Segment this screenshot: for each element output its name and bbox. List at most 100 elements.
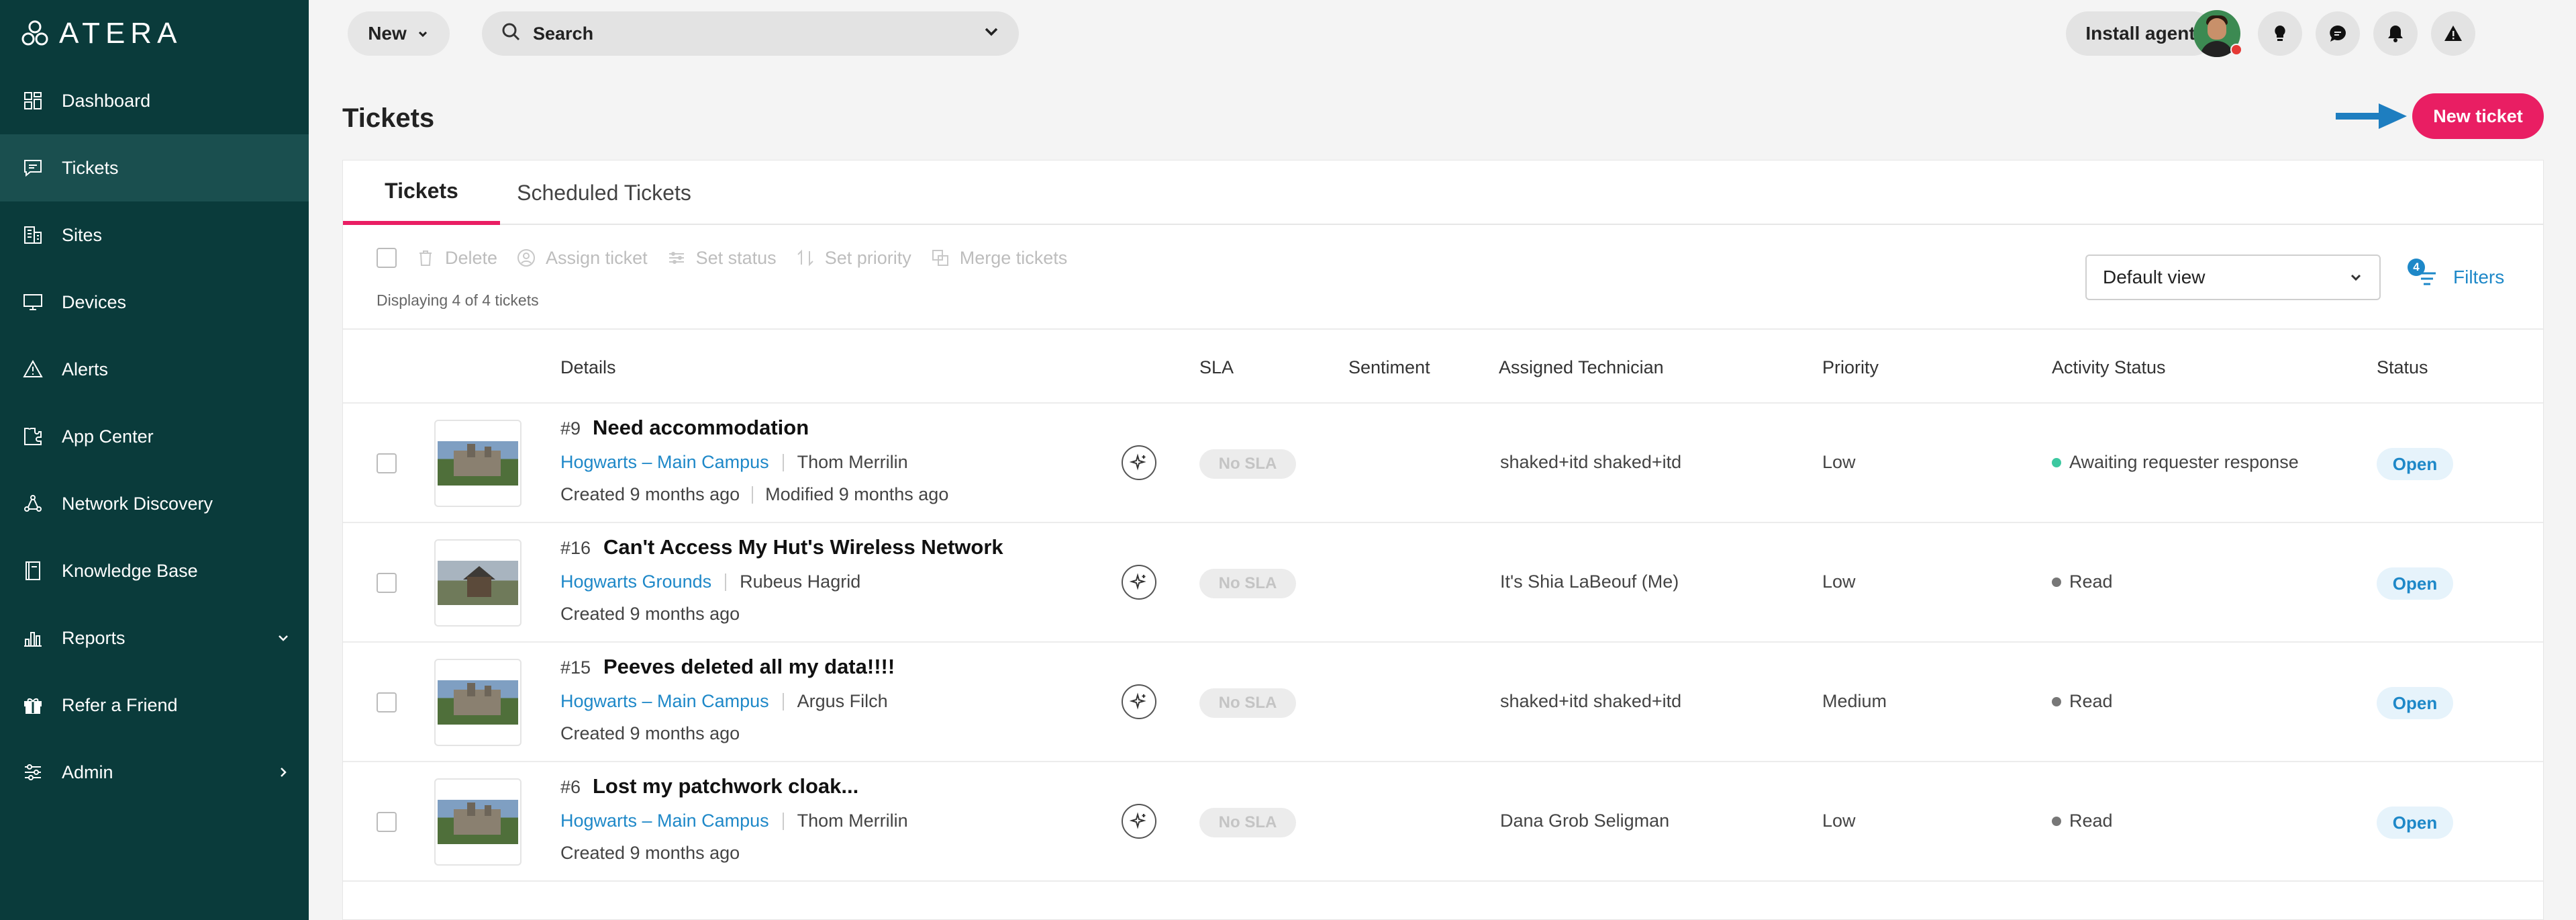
ai-sparkle-button[interactable] — [1122, 684, 1156, 719]
priority: Low — [1822, 571, 1856, 592]
view-select[interactable]: Default view — [2085, 255, 2381, 300]
sidebar-item-tickets[interactable]: Tickets — [0, 134, 309, 201]
set-priority-button[interactable]: Set priority — [795, 248, 911, 269]
activity-status: Read — [2052, 571, 2113, 592]
created-date: Created 9 months ago — [560, 604, 740, 624]
priority: Medium — [1822, 691, 1887, 711]
chevron-down-icon — [418, 31, 427, 38]
devices-icon — [21, 291, 44, 314]
status-badge[interactable]: Open — [2377, 567, 2453, 600]
result-count: Displaying 4 of 4 tickets — [377, 291, 539, 309]
row-checkbox[interactable] — [377, 453, 397, 473]
dashboard-icon — [21, 89, 44, 112]
table-row[interactable]: #6 Lost my patchwork cloak... Hogwarts –… — [343, 762, 2543, 882]
status-badge[interactable]: Open — [2377, 687, 2453, 719]
sidebar-item-alerts[interactable]: Alerts — [0, 336, 309, 403]
ticket-title[interactable]: Peeves deleted all my data!!!! — [603, 655, 895, 679]
table-row[interactable]: #9 Need accommodation Hogwarts – Main Ca… — [343, 404, 2543, 523]
filter-count-badge: 4 — [2408, 259, 2425, 276]
column-activity-status: Activity Status — [2052, 357, 2166, 377]
ticket-title[interactable]: Can't Access My Hut's Wireless Network — [603, 535, 1003, 559]
sparkle-icon — [1130, 453, 1146, 471]
sites-icon — [21, 224, 44, 246]
assign-ticket-button[interactable]: Assign ticket — [516, 248, 648, 269]
chevron-down-icon[interactable] — [983, 23, 1000, 45]
table-row[interactable]: #16 Can't Access My Hut's Wireless Netwo… — [343, 523, 2543, 643]
bell-icon[interactable] — [2373, 11, 2418, 56]
sidebar-item-sites[interactable]: Sites — [0, 201, 309, 269]
created-date: Created 9 months ago — [560, 723, 740, 743]
site-link[interactable]: Hogwarts Grounds — [560, 571, 711, 592]
install-agent-button[interactable]: Install agent — [2066, 11, 2215, 56]
tab-tickets[interactable]: Tickets — [343, 160, 500, 225]
lightbulb-icon[interactable] — [2258, 11, 2302, 56]
requester-name: Thom Merrilin — [797, 811, 908, 831]
new-ticket-button[interactable]: New ticket — [2412, 93, 2544, 139]
activity-dot — [2052, 816, 2061, 826]
column-priority: Priority — [1822, 357, 1879, 377]
ticket-title[interactable]: Need accommodation — [593, 416, 809, 440]
sidebar-item-app-center[interactable]: App Center — [0, 403, 309, 470]
row-checkbox[interactable] — [377, 692, 397, 712]
ai-sparkle-button[interactable] — [1122, 804, 1156, 839]
gift-icon — [21, 694, 44, 717]
filters-label: Filters — [2453, 267, 2505, 287]
ticket-number: #15 — [560, 657, 591, 678]
activity-dot — [2052, 457, 2061, 467]
sidebar-item-label: Knowledge Base — [62, 560, 198, 581]
sidebar-item-refer-a-friend[interactable]: Refer a Friend — [0, 672, 309, 739]
sidebar-item-label: Sites — [62, 224, 103, 245]
search-icon — [501, 21, 521, 46]
sidebar-item-label: Tickets — [62, 157, 119, 178]
tickets-card: Tickets Scheduled Tickets Delete Assign … — [342, 160, 2544, 920]
ticket-dates: Created 9 months ago — [560, 604, 740, 625]
sidebar-item-reports[interactable]: Reports — [0, 604, 309, 672]
ticket-title[interactable]: Lost my patchwork cloak... — [593, 774, 858, 798]
set-status-button[interactable]: Set status — [666, 248, 777, 269]
select-all-checkbox[interactable] — [377, 248, 397, 268]
chat-icon[interactable] — [2316, 11, 2360, 56]
sidebar-item-network-discovery[interactable]: Network Discovery — [0, 470, 309, 537]
row-checkbox[interactable] — [377, 812, 397, 832]
atera-logo[interactable]: ATERA — [20, 17, 182, 50]
priority: Low — [1822, 811, 1856, 831]
sidebar-item-admin[interactable]: Admin — [0, 739, 309, 806]
ticket-meta: Hogwarts – Main Campus Argus Filch — [560, 691, 888, 712]
atera-logo-icon — [21, 20, 48, 46]
ticket-number: #6 — [560, 777, 581, 797]
ticket-dates: Created 9 months ago — [560, 843, 740, 864]
filters-button[interactable]: 4 Filters — [2408, 255, 2505, 300]
modified-date: Modified 9 months ago — [765, 484, 949, 504]
search-input[interactable]: Search — [482, 11, 1019, 56]
sidebar-item-devices[interactable]: Devices — [0, 269, 309, 336]
status-badge[interactable]: Open — [2377, 448, 2453, 480]
merge-tickets-button[interactable]: Merge tickets — [930, 248, 1067, 269]
new-button[interactable]: New — [348, 11, 450, 56]
ai-sparkle-button[interactable] — [1122, 445, 1156, 480]
tab-scheduled-tickets[interactable]: Scheduled Tickets — [500, 160, 708, 225]
status-badge[interactable]: Open — [2377, 807, 2453, 839]
ticket-number: #9 — [560, 418, 581, 439]
created-date: Created 9 months ago — [560, 484, 740, 504]
tab-bar: Tickets Scheduled Tickets — [343, 160, 2543, 225]
site-link[interactable]: Hogwarts – Main Campus — [560, 691, 769, 712]
sidebar-item-dashboard[interactable]: Dashboard — [0, 67, 309, 134]
delete-button[interactable]: Delete — [415, 248, 497, 269]
table-row[interactable]: #15 Peeves deleted all my data!!!! Hogwa… — [343, 643, 2543, 762]
site-link[interactable]: Hogwarts – Main Campus — [560, 811, 769, 831]
trash-icon — [419, 250, 432, 266]
merge-icon — [932, 250, 948, 266]
sidebar-item-label: Reports — [62, 627, 126, 648]
sidebar-item-label: Refer a Friend — [62, 694, 178, 715]
search-placeholder: Search — [533, 23, 594, 44]
sidebar-item-knowledge-base[interactable]: Knowledge Base — [0, 537, 309, 604]
assigned-technician: shaked+itd shaked+itd — [1500, 452, 1682, 472]
view-select-value: Default view — [2103, 267, 2206, 287]
sidebar: ATERA Dashboard Tickets Sites Devices Al… — [0, 0, 309, 920]
row-checkbox[interactable] — [377, 573, 397, 593]
activity-status: Read — [2052, 691, 2113, 712]
site-link[interactable]: Hogwarts – Main Campus — [560, 452, 769, 473]
warning-icon[interactable] — [2431, 11, 2475, 56]
sla-badge: No SLA — [1199, 569, 1296, 598]
ai-sparkle-button[interactable] — [1122, 565, 1156, 600]
